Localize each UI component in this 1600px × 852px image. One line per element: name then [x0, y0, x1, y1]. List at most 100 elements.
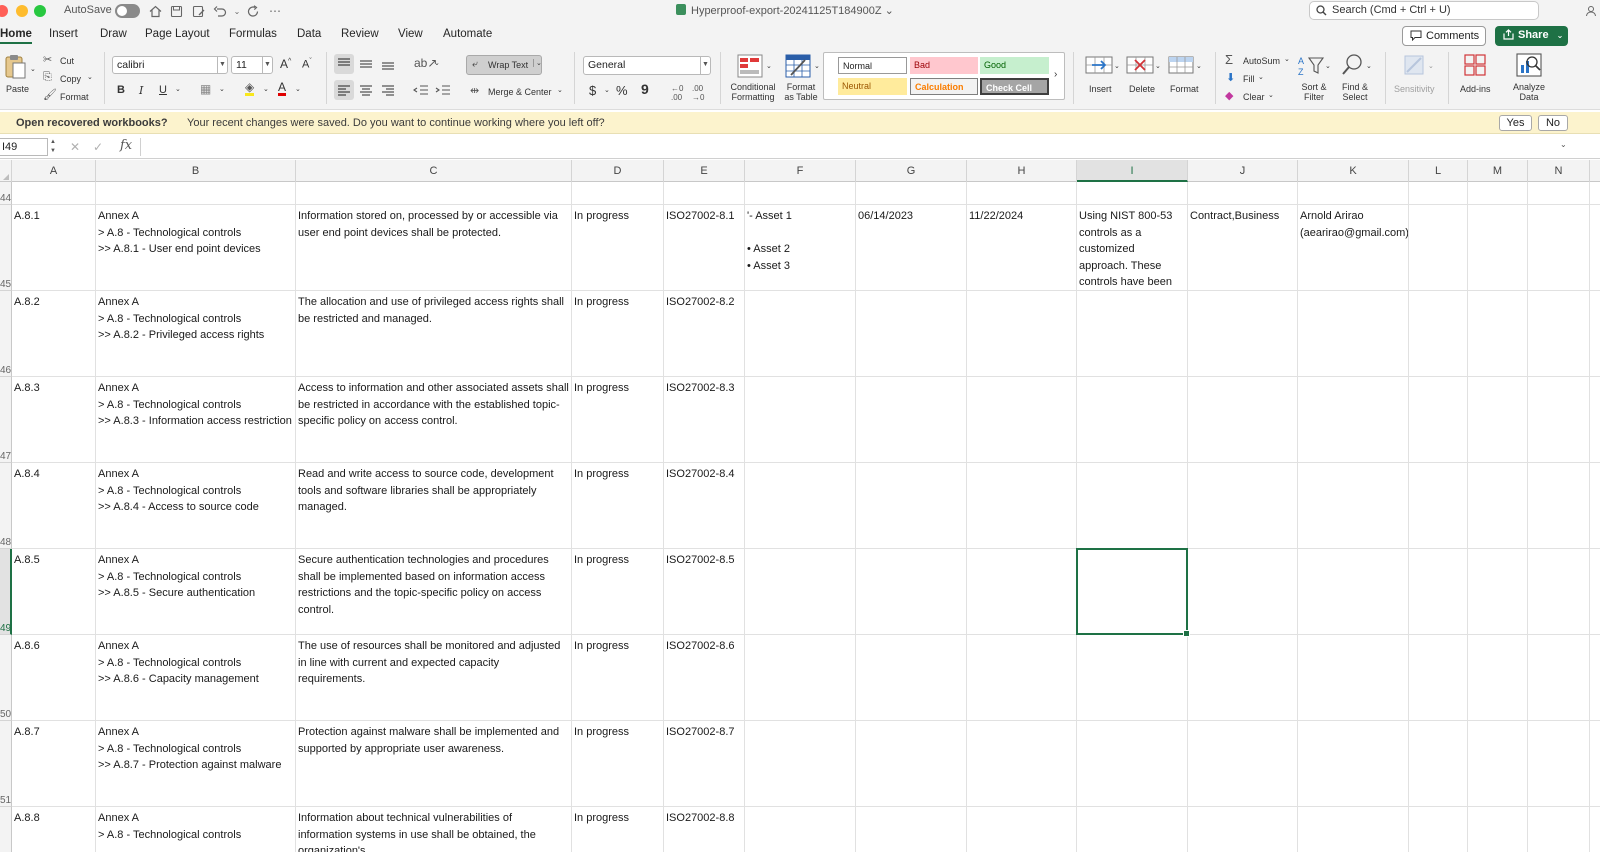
- cell-d48[interactable]: In progress: [572, 463, 663, 548]
- cell-e48[interactable]: ISO27002-8.4: [664, 463, 744, 548]
- styles-more-chevron-icon[interactable]: ›: [1054, 69, 1057, 80]
- row-header-48[interactable]: 48: [0, 463, 12, 549]
- row-header-44[interactable]: 44: [0, 182, 12, 205]
- cell-e50[interactable]: ISO27002-8.6: [664, 635, 744, 720]
- align-center-button[interactable]: [356, 80, 376, 100]
- save-as-icon[interactable]: [189, 2, 207, 20]
- name-box-stepper[interactable]: ▲ ▼: [50, 138, 58, 156]
- cell-c48[interactable]: Read and write access to source code, de…: [296, 463, 571, 548]
- cell-d46[interactable]: In progress: [572, 291, 663, 376]
- column-header-l[interactable]: L: [1409, 160, 1468, 182]
- decrease-font-size-button[interactable]: Aˇ: [302, 58, 312, 71]
- cell-j45[interactable]: Contract,Business: [1188, 205, 1297, 290]
- cell-b45[interactable]: Annex A > A.8 - Technological controls >…: [96, 205, 295, 290]
- cell-e46[interactable]: ISO27002-8.2: [664, 291, 744, 376]
- borders-icon[interactable]: ▦: [200, 82, 211, 96]
- row-header-51[interactable]: 51: [0, 721, 12, 807]
- cell-e45[interactable]: ISO27002-8.1: [664, 205, 744, 290]
- align-top-button[interactable]: [334, 54, 354, 74]
- cell-b49[interactable]: Annex A > A.8 - Technological controls >…: [96, 549, 295, 634]
- comments-button[interactable]: Comments: [1402, 26, 1486, 46]
- cell-b52[interactable]: Annex A > A.8 - Technological controls: [96, 807, 295, 852]
- zoom-window-button[interactable]: [34, 5, 46, 17]
- column-header-h[interactable]: H: [967, 160, 1077, 182]
- yes-button[interactable]: Yes: [1499, 115, 1532, 131]
- font-size-select[interactable]: 11 ▼: [231, 56, 273, 74]
- row-header-45[interactable]: 45: [0, 205, 12, 291]
- column-header-a[interactable]: A: [12, 160, 96, 182]
- conditional-formatting-button[interactable]: Conditional Formatting: [729, 82, 777, 102]
- row-header-52[interactable]: 52: [0, 807, 12, 852]
- cell-d52[interactable]: In progress: [572, 807, 663, 852]
- cell-b50[interactable]: Annex A > A.8 - Technological controls >…: [96, 635, 295, 720]
- font-color-dropdown-icon[interactable]: ⌄: [295, 85, 301, 93]
- column-header-d[interactable]: D: [572, 160, 664, 182]
- column-header-e[interactable]: E: [664, 160, 745, 182]
- no-button[interactable]: No: [1538, 115, 1568, 131]
- cell-d50[interactable]: In progress: [572, 635, 663, 720]
- increase-decimal-button[interactable]: ←0.00: [671, 84, 683, 102]
- undo-icon[interactable]: [211, 2, 229, 20]
- cancel-icon[interactable]: ✕: [70, 140, 80, 154]
- cell-b48[interactable]: Annex A > A.8 - Technological controls >…: [96, 463, 295, 548]
- tab-review[interactable]: Review: [341, 28, 379, 40]
- tab-draw[interactable]: Draw: [100, 28, 127, 40]
- cell-k45[interactable]: Arnold Arirao (aearirao@gmail.com): [1298, 205, 1408, 290]
- find-select-button[interactable]: Find & Select: [1340, 82, 1370, 102]
- paste-dropdown-icon[interactable]: ⌄: [30, 65, 36, 73]
- cut-button[interactable]: Cut: [60, 56, 74, 66]
- autosave-toggle[interactable]: [115, 4, 140, 18]
- cell-b46[interactable]: Annex A > A.8 - Technological controls >…: [96, 291, 295, 376]
- tab-page-layout[interactable]: Page Layout: [145, 28, 210, 40]
- cell-c46[interactable]: The allocation and use of privileged acc…: [296, 291, 571, 376]
- insert-dropdown-icon[interactable]: ⌄: [1114, 62, 1120, 70]
- delete-dropdown-icon[interactable]: ⌄: [1155, 62, 1161, 70]
- worksheet-grid[interactable]: 44 45 A.8.1 Annex A > A.8 - Technological c…: [0, 182, 1600, 852]
- cell-a50[interactable]: A.8.6: [12, 635, 95, 720]
- cell-a49[interactable]: A.8.5: [12, 549, 95, 634]
- name-box[interactable]: I49: [0, 138, 48, 156]
- copy-button[interactable]: Copy: [60, 74, 81, 84]
- redo-icon[interactable]: [244, 2, 262, 20]
- cell-a51[interactable]: A.8.7: [12, 721, 95, 806]
- select-all-button[interactable]: [0, 160, 12, 182]
- tab-data[interactable]: Data: [297, 28, 321, 40]
- font-color-icon[interactable]: A: [278, 81, 287, 96]
- column-header-j[interactable]: J: [1188, 160, 1298, 182]
- home-icon[interactable]: [146, 2, 164, 20]
- column-header-n[interactable]: N: [1528, 160, 1590, 182]
- bold-button[interactable]: B: [117, 84, 125, 96]
- save-icon[interactable]: [167, 2, 185, 20]
- column-header-g[interactable]: G: [856, 160, 967, 182]
- format-as-table-dropdown-icon[interactable]: ⌄: [814, 62, 820, 70]
- tab-home[interactable]: Home: [0, 28, 32, 44]
- cell-c52[interactable]: Information about technical vulnerabilit…: [296, 807, 571, 852]
- search-input[interactable]: Search (Cmd + Ctrl + U): [1309, 1, 1539, 20]
- copy-dropdown-icon[interactable]: ⌄: [87, 73, 93, 81]
- align-bottom-button[interactable]: [378, 54, 398, 74]
- more-icon[interactable]: ⋯: [266, 2, 284, 20]
- font-name-select[interactable]: calibri ▼: [112, 56, 228, 74]
- tab-insert[interactable]: Insert: [49, 28, 78, 40]
- cell-a48[interactable]: A.8.4: [12, 463, 95, 548]
- merge-center-button[interactable]: Merge & Center: [488, 87, 552, 97]
- cell-c45[interactable]: Information stored on, processed by or a…: [296, 205, 571, 290]
- tab-formulas[interactable]: Formulas: [229, 28, 277, 40]
- cell-e51[interactable]: ISO27002-8.7: [664, 721, 744, 806]
- percent-button[interactable]: %: [616, 83, 628, 98]
- decrease-decimal-button[interactable]: .00 →0: [692, 84, 704, 102]
- expand-formula-bar-icon[interactable]: ⌄: [1560, 140, 1567, 149]
- insert-cells-button[interactable]: Insert: [1089, 84, 1112, 94]
- underline-dropdown-icon[interactable]: ⌄: [175, 85, 181, 93]
- autosum-dropdown-icon[interactable]: ⌄: [1284, 55, 1290, 63]
- cell-d49[interactable]: In progress: [572, 549, 663, 634]
- share-button[interactable]: Share ⌄: [1495, 26, 1568, 46]
- autosum-button[interactable]: AutoSum: [1243, 56, 1280, 66]
- column-header-k[interactable]: K: [1298, 160, 1409, 182]
- style-good[interactable]: Good: [980, 57, 1049, 74]
- fill-color-dropdown-icon[interactable]: ⌄: [263, 85, 269, 93]
- align-right-button[interactable]: [378, 80, 398, 100]
- increase-font-size-button[interactable]: A^: [280, 57, 291, 71]
- style-check-cell[interactable]: Check Cell: [980, 78, 1049, 95]
- cell-e49[interactable]: ISO27002-8.5: [664, 549, 744, 634]
